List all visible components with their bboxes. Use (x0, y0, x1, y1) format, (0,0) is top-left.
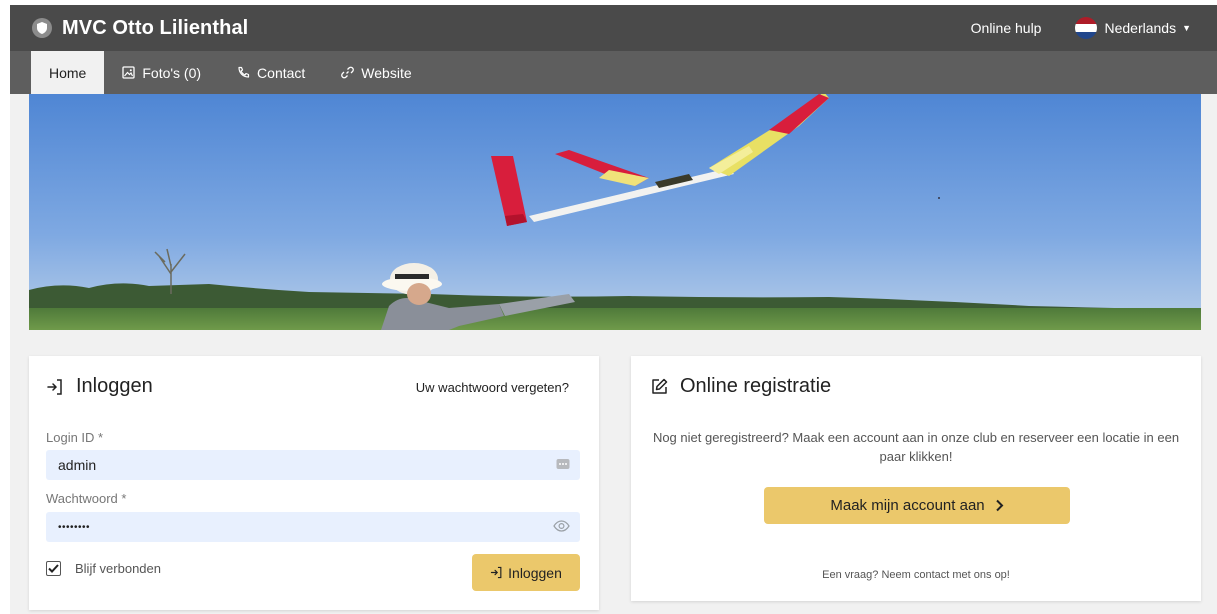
password-value: •••••••• (58, 521, 91, 533)
remember-label: Blijf verbonden (75, 561, 161, 576)
language-label: Nederlands (1104, 20, 1177, 36)
login-card: Inloggen Uw wachtwoord vergeten? Login I… (29, 356, 599, 610)
remember-me[interactable]: Blijf verbonden (46, 561, 161, 576)
login-icon (491, 566, 502, 579)
tab-home[interactable]: Home (31, 51, 105, 94)
tab-label: Home (49, 64, 87, 81)
login-button-label: Inloggen (508, 564, 562, 581)
login-card-header: Inloggen (46, 375, 153, 398)
tab-label: Contact (257, 64, 306, 81)
registration-card-header: Online registratie (651, 375, 831, 398)
login-id-label: Login ID * (46, 430, 104, 445)
tab-label: Foto's (0) (142, 64, 202, 81)
registration-description: Nog niet geregistreerd? Maak een account… (652, 430, 1180, 464)
site-title: MVC Otto Lilienthal (62, 16, 249, 39)
phone-icon (238, 66, 250, 78)
caret-down-icon: ▼ (1182, 23, 1191, 33)
login-icon (47, 378, 62, 395)
contact-us-link[interactable]: Een vraag? Neem contact met ons op! (649, 569, 1183, 581)
shield-icon (32, 18, 52, 38)
image-icon (122, 66, 136, 79)
tab-photos[interactable]: Foto's (0) (104, 51, 219, 94)
chevron-right-icon (995, 499, 1004, 512)
app-shell: MVC Otto Lilienthal Online hulp Nederlan… (10, 5, 1217, 614)
tab-label: Website (361, 64, 412, 81)
brand[interactable]: MVC Otto Lilienthal (32, 17, 248, 40)
registration-card: Online registratie Nog niet geregistreer… (631, 356, 1201, 601)
nav-tabs: Home Foto's (0) Contact Website (10, 51, 1217, 94)
password-input[interactable]: •••••••• (46, 512, 580, 542)
hero-banner (29, 94, 1201, 330)
password-label: Wachtwoord * (46, 491, 127, 506)
edit-icon (652, 378, 668, 394)
login-id-input[interactable]: admin (46, 450, 580, 480)
check-icon (48, 564, 59, 573)
login-button[interactable]: Inloggen (472, 554, 580, 591)
tab-website[interactable]: Website (323, 51, 429, 94)
autofill-icon[interactable] (556, 457, 570, 471)
remember-checkbox[interactable] (46, 561, 61, 576)
language-selector[interactable]: Nederlands ▼ (1075, 17, 1191, 39)
online-help-link[interactable]: Online hulp (971, 20, 1042, 36)
top-header: MVC Otto Lilienthal Online hulp Nederlan… (10, 5, 1217, 51)
create-account-button[interactable]: Maak mijn account aan (764, 487, 1070, 524)
eye-icon[interactable] (553, 519, 570, 533)
create-account-label: Maak mijn account aan (830, 497, 985, 514)
link-icon (341, 66, 355, 79)
login-id-value: admin (58, 457, 97, 473)
registration-title: Online registratie (680, 375, 832, 397)
tab-contact[interactable]: Contact (219, 51, 323, 94)
forgot-password-link[interactable]: Uw wachtwoord vergeten? (416, 380, 569, 395)
dutch-flag-icon (1075, 17, 1098, 39)
login-title: Inloggen (76, 375, 153, 397)
